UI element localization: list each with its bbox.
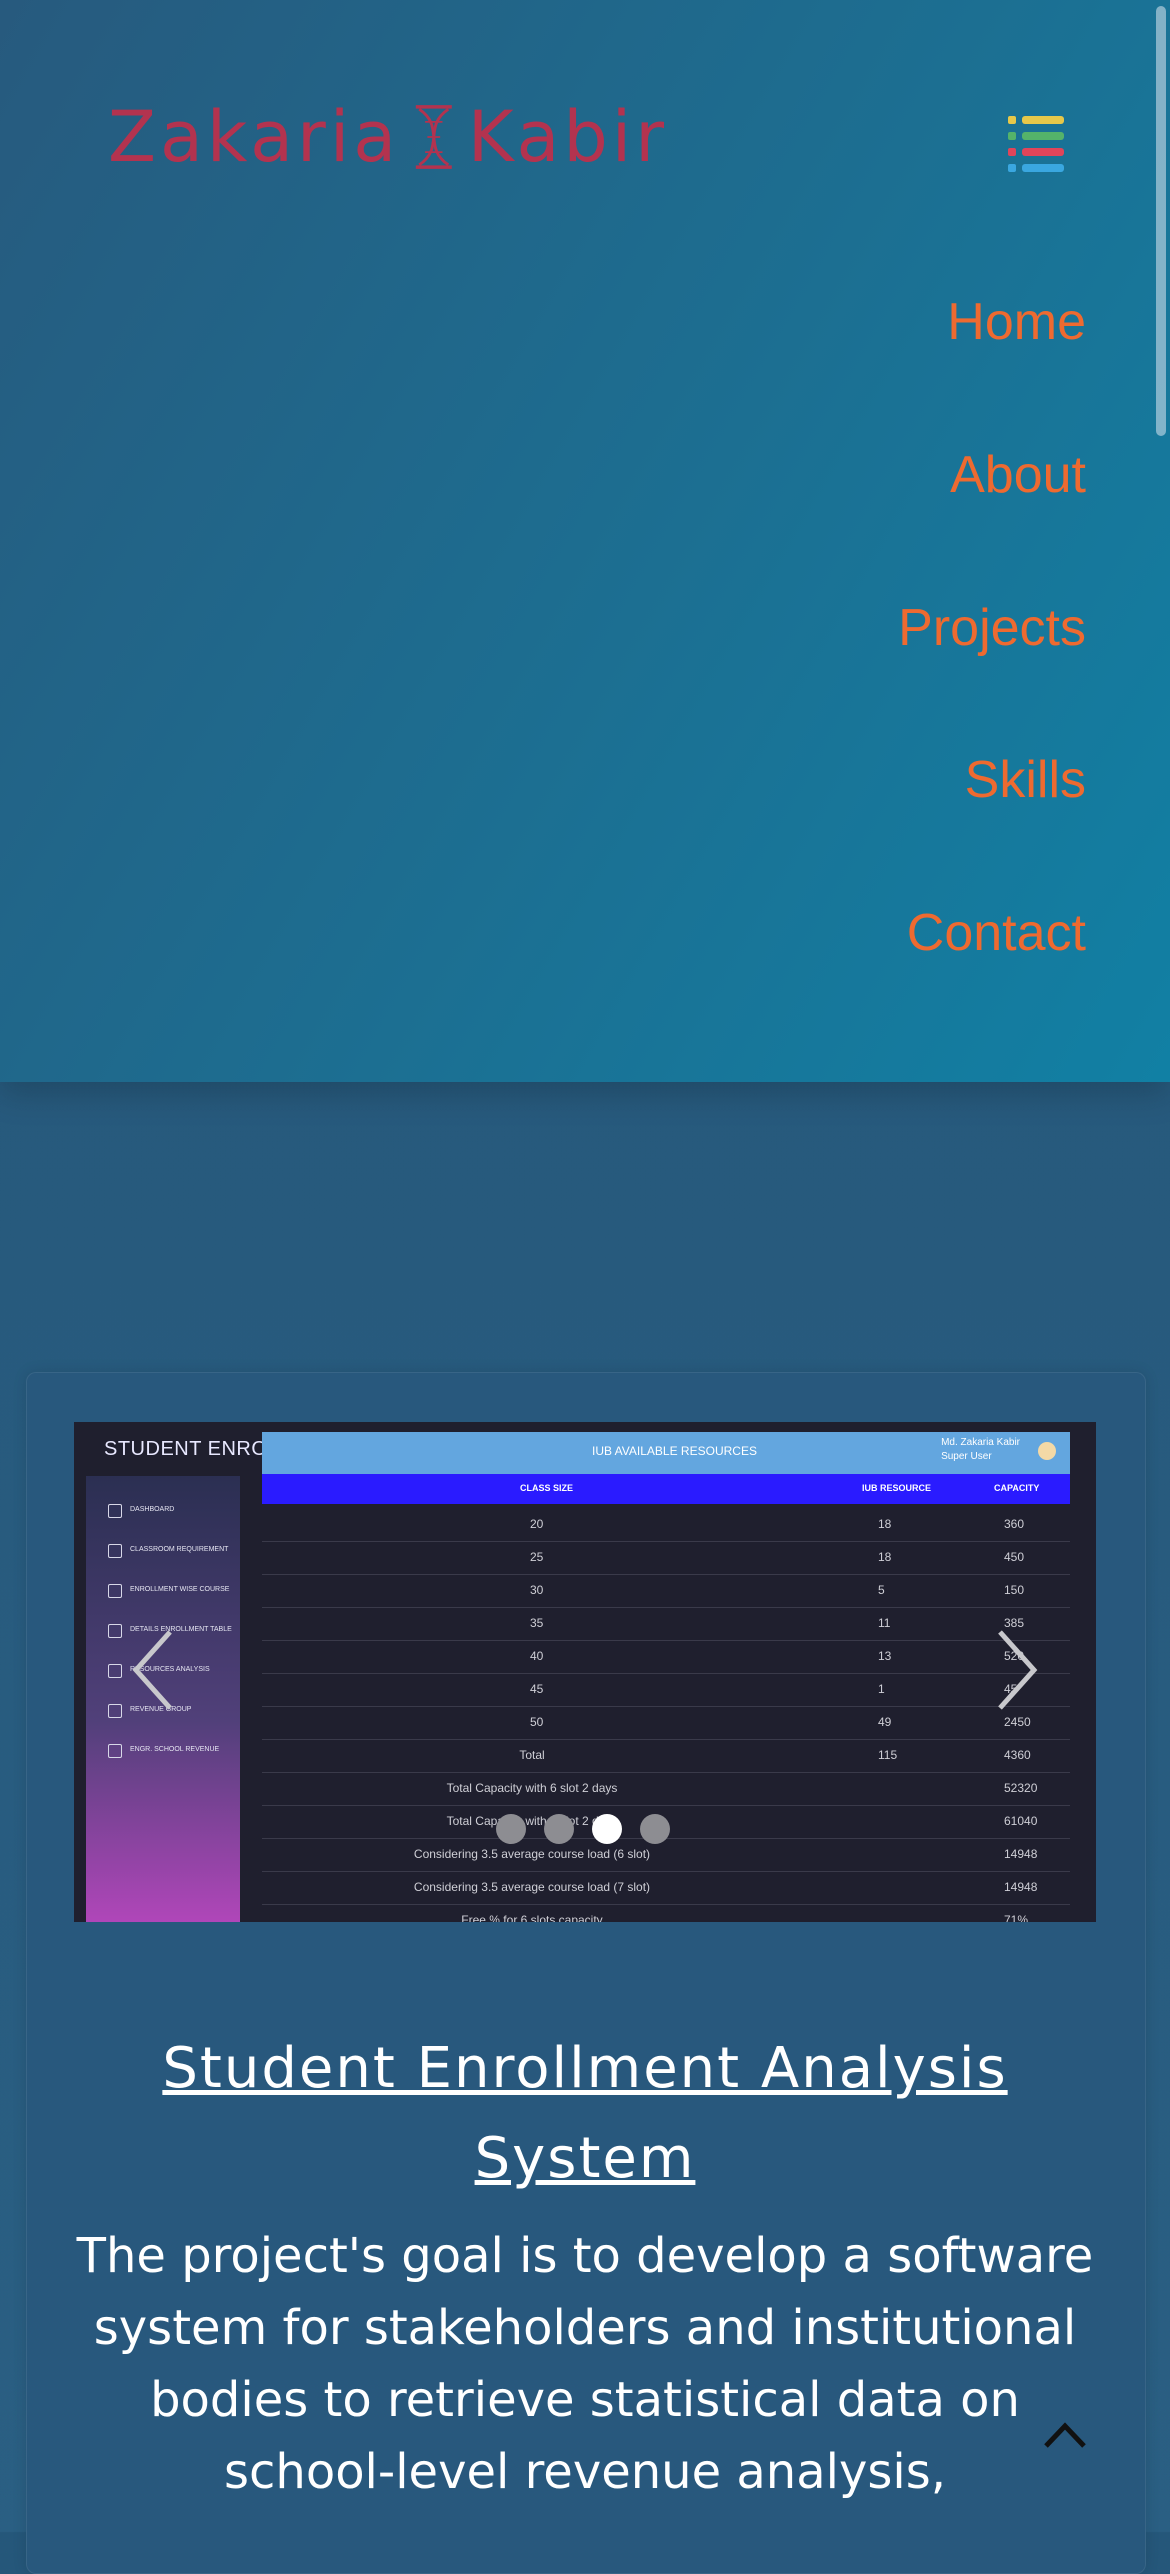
- project-carousel[interactable]: DASHBOARD CLASSROOM REQUIREMENT ENROLLME…: [74, 1422, 1096, 1922]
- screenshot-table-header: CLASS SIZE IUB RESOURCE CAPACITY: [262, 1474, 1070, 1504]
- table-cell: 40: [530, 1649, 544, 1663]
- table-cell: 1: [878, 1682, 885, 1696]
- table-row: 50 49 2450: [262, 1706, 1070, 1740]
- screenshot-header-title: IUB AVAILABLE RESOURCES: [592, 1444, 757, 1458]
- hamburger-menu-icon[interactable]: [1008, 116, 1064, 172]
- table-row: 40 13 520: [262, 1640, 1070, 1674]
- carousel-dot[interactable]: [496, 1814, 526, 1844]
- screenshot-sidebar-item: CLASSROOM REQUIREMENT: [130, 1546, 229, 1553]
- table-cell: 11: [878, 1616, 891, 1630]
- table-cell: 25: [530, 1550, 544, 1564]
- column-header: IUB RESOURCE: [862, 1483, 932, 1493]
- table-cell: 20: [530, 1517, 544, 1531]
- table-cell: 13: [878, 1649, 892, 1663]
- project-description: The project's goal is to develop a softw…: [76, 2228, 1094, 2500]
- nav-item-about[interactable]: About: [950, 445, 1086, 505]
- screenshot-sidebar-item: DASHBOARD: [130, 1506, 175, 1513]
- column-header: CLASS SIZE: [520, 1483, 574, 1493]
- table-cell: 52320: [1004, 1781, 1038, 1795]
- screenshot-user-name: Md. Zakaria Kabir: [941, 1437, 1020, 1448]
- carousel-dot[interactable]: [544, 1814, 574, 1844]
- chevron-up-icon[interactable]: [1040, 2414, 1090, 2454]
- nav-item-home[interactable]: Home: [947, 292, 1086, 352]
- table-cell: Considering 3.5 average course load (6 s…: [413, 1847, 651, 1861]
- nav-item-contact[interactable]: Contact: [907, 903, 1086, 963]
- nav-menu-panel: Zakaria Kabir Home About Projects Skills…: [0, 0, 1170, 1082]
- screenshot-user-role: Super User: [941, 1451, 992, 1462]
- table-row: 45 1 45: [262, 1673, 1070, 1707]
- chevron-left-icon[interactable]: [128, 1628, 178, 1712]
- carousel-dot[interactable]: [640, 1814, 670, 1844]
- screenshot-sidebar-item: ENGR. SCHOOL REVENUE: [130, 1746, 220, 1753]
- table-cell: Free % for 6 slots capacity: [461, 1913, 603, 1922]
- project-title-link[interactable]: Student Enrollment Analysis System: [60, 2024, 1110, 2204]
- nav-item-projects[interactable]: Projects: [898, 598, 1086, 658]
- table-cell: 18: [878, 1550, 892, 1564]
- table-cell: 50: [530, 1715, 544, 1729]
- table-row: Total Capacity with 6 slot 2 days 52320: [262, 1772, 1070, 1806]
- table-row: 20 18 360: [262, 1508, 1070, 1542]
- table-cell: 2450: [1004, 1715, 1031, 1729]
- brand-logo[interactable]: Zakaria Kabir: [108, 78, 668, 196]
- column-header: CAPACITY: [994, 1483, 1040, 1493]
- table-cell: 61040: [1004, 1814, 1038, 1828]
- table-cell: 45: [530, 1682, 544, 1696]
- avatar: [1038, 1442, 1056, 1460]
- table-cell: 360: [1004, 1517, 1025, 1531]
- table-cell: Total: [519, 1748, 545, 1762]
- table-cell: 450: [1004, 1550, 1025, 1564]
- brand-last-name: Kabir: [467, 96, 668, 178]
- table-cell: 115: [878, 1748, 898, 1762]
- table-cell: 4360: [1004, 1748, 1031, 1762]
- screenshot-user: Md. Zakaria Kabir Super User: [941, 1436, 1020, 1464]
- dna-icon: [415, 105, 452, 169]
- table-row: 30 5 150: [262, 1574, 1070, 1608]
- table-row: 25 18 450: [262, 1541, 1070, 1575]
- table-row: Considering 3.5 average course load (7 s…: [262, 1871, 1070, 1905]
- table-cell: 49: [878, 1715, 892, 1729]
- brand-first-name: Zakaria: [108, 96, 401, 178]
- chevron-right-icon[interactable]: [992, 1628, 1042, 1712]
- table-cell: Considering 3.5 average course load (7 s…: [413, 1880, 651, 1894]
- screenshot-header: IUB AVAILABLE RESOURCES Md. Zakaria Kabi…: [262, 1432, 1070, 1474]
- table-cell: 35: [530, 1616, 544, 1630]
- carousel-dot-active[interactable]: [592, 1814, 622, 1844]
- table-cell: Total Capacity with 6 slot 2 days: [446, 1781, 618, 1795]
- page-scrollbar[interactable]: [1156, 6, 1166, 436]
- table-cell: 18: [878, 1517, 892, 1531]
- table-cell: 30: [530, 1583, 544, 1597]
- table-cell: 5: [878, 1583, 885, 1597]
- nav-item-skills[interactable]: Skills: [965, 750, 1086, 810]
- table-row: Total 115 4360: [262, 1739, 1070, 1773]
- carousel-indicators: [496, 1814, 670, 1844]
- screenshot-sidebar-item: ENROLLMENT WISE COURSE: [130, 1586, 230, 1593]
- table-cell: 71%: [1004, 1913, 1029, 1922]
- table-cell: 14948: [1004, 1880, 1038, 1894]
- table-row: Free % for 6 slots capacity 71%: [262, 1904, 1070, 1922]
- table-row: 35 11 385: [262, 1607, 1070, 1641]
- table-cell: 14948: [1004, 1847, 1038, 1861]
- table-cell: 150: [1004, 1583, 1025, 1597]
